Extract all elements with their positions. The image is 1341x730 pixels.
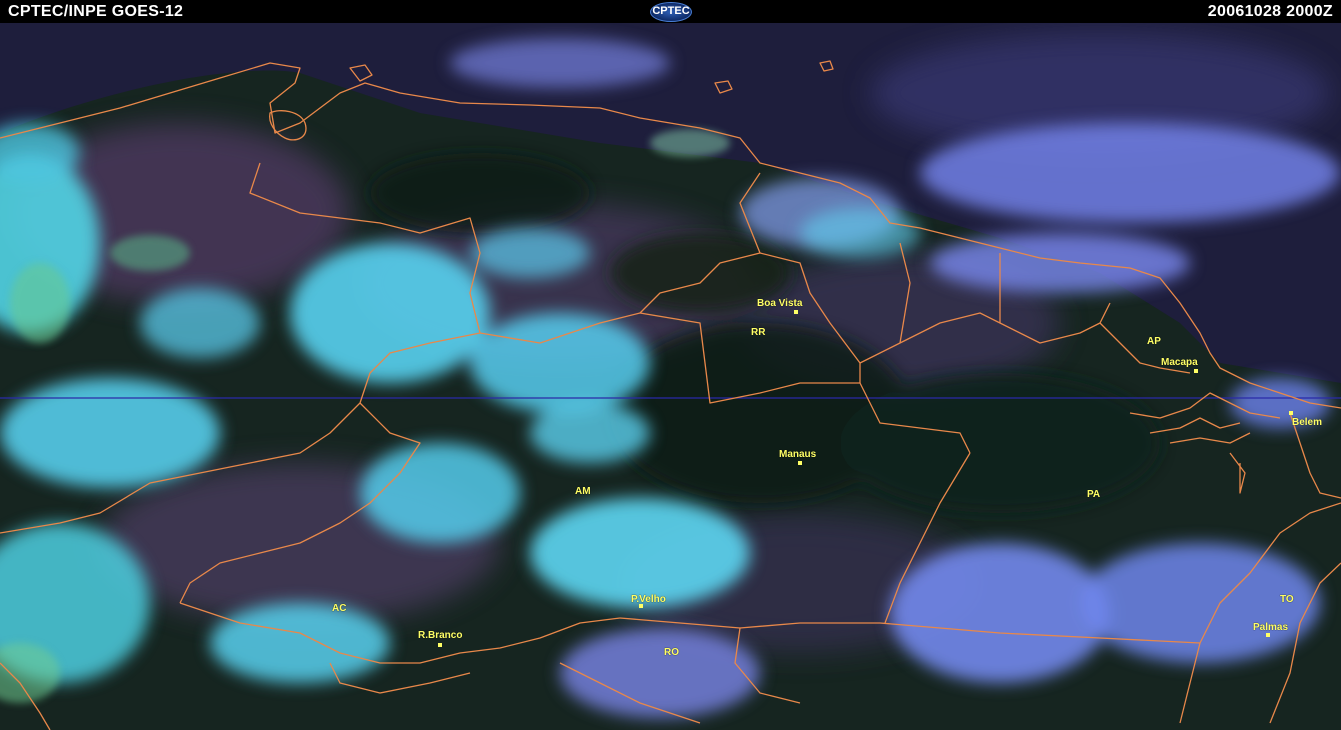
city-label-palmas: Palmas	[1253, 622, 1289, 633]
city-marker-macapa	[1194, 369, 1198, 373]
state-label-pa: PA	[1087, 489, 1101, 500]
city-label-manaus: Manaus	[779, 449, 817, 460]
city-label-macapa: Macapa	[1161, 357, 1198, 368]
city-marker-belem	[1289, 411, 1293, 415]
image-header: CPTEC/INPE GOES-12 CPTEC 20061028 2000Z	[0, 0, 1341, 23]
logo-text: CPTEC	[652, 5, 690, 17]
city-marker-boa-vista	[794, 310, 798, 314]
cptec-logo: CPTEC	[650, 2, 692, 22]
state-label-ro: RO	[664, 647, 679, 658]
state-label-ap: AP	[1147, 336, 1161, 347]
satellite-image	[0, 23, 1341, 730]
state-label-am: AM	[575, 486, 591, 497]
timestamp: 20061028 2000Z	[1207, 3, 1333, 20]
city-marker-manaus	[798, 461, 802, 465]
city-marker-r-branco	[438, 643, 442, 647]
state-label-ac: AC	[332, 603, 347, 614]
satellite-title: CPTEC/INPE GOES-12	[8, 3, 184, 20]
city-label-boa-vista: Boa Vista	[757, 298, 803, 309]
city-label-r-branco: R.Branco	[418, 630, 463, 641]
state-label-to: TO	[1280, 594, 1294, 605]
state-label-rr: RR	[751, 327, 766, 338]
city-marker-palmas	[1266, 633, 1270, 637]
satellite-map[interactable]: RR AP AM PA AC RO TO Boa Vista Macapa Be…	[0, 23, 1341, 730]
city-marker-p-velho	[639, 604, 643, 608]
city-label-p-velho: P.Velho	[631, 594, 666, 605]
city-label-belem: Belem	[1292, 417, 1323, 428]
